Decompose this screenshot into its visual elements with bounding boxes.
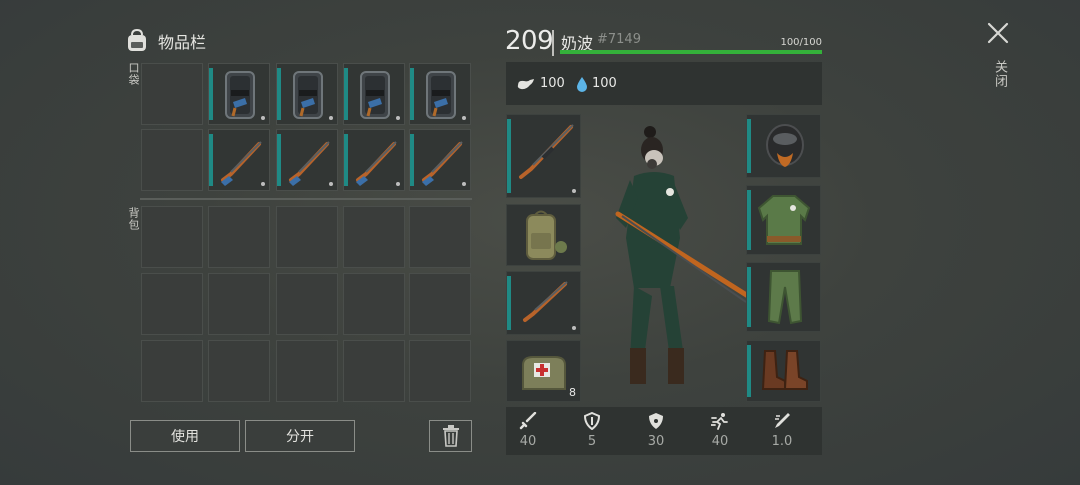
pocket-slot-empty[interactable] xyxy=(141,63,203,125)
feet-slot[interactable] xyxy=(746,340,821,402)
legs-slot[interactable] xyxy=(746,262,821,332)
backpack-slot[interactable] xyxy=(409,206,471,268)
slot-indicator xyxy=(261,182,265,186)
player-id: #7149 xyxy=(597,32,641,47)
sniper-rifle-icon xyxy=(519,124,574,179)
radiation-protection-icon xyxy=(649,413,663,429)
speed-value: 40 xyxy=(711,434,729,449)
item-count: 8 xyxy=(569,386,576,399)
pockets-label: 口袋 xyxy=(127,62,140,86)
radiation-value: 30 xyxy=(647,434,665,449)
slot-indicator xyxy=(329,182,333,186)
gas-mask-icon xyxy=(766,124,804,167)
slot-indicator xyxy=(396,182,400,186)
military-jacket-icon xyxy=(757,195,811,245)
health-text: 100/100 xyxy=(780,37,822,48)
player-level: 209 xyxy=(505,26,554,56)
inventory-header: 物品栏 xyxy=(124,26,206,56)
head-slot[interactable] xyxy=(746,114,821,178)
condition-bar xyxy=(507,119,511,193)
condition-bar xyxy=(747,345,751,397)
armor-stat: 5 xyxy=(572,407,612,455)
sniper-rifle-icon xyxy=(523,281,568,322)
medkit-slot[interactable]: 8 xyxy=(506,340,581,402)
backpack-slot[interactable] xyxy=(343,206,405,268)
close-icon[interactable] xyxy=(985,20,1011,46)
backpack-slot[interactable] xyxy=(141,206,203,268)
condition-bar xyxy=(747,267,751,327)
speed-stat: 40 xyxy=(700,407,740,455)
damage-stat: 40 xyxy=(508,407,548,455)
pocket-slot[interactable] xyxy=(409,129,471,191)
military-pants-icon xyxy=(767,270,803,325)
military-backpack-icon xyxy=(526,210,567,260)
armor-icon xyxy=(583,412,601,430)
damage-value: 40 xyxy=(519,434,537,449)
armor-value: 5 xyxy=(587,434,597,449)
split-button[interactable]: 分开 xyxy=(245,420,355,452)
trash-button[interactable] xyxy=(429,420,472,452)
pocket-slot[interactable] xyxy=(276,129,338,191)
backpack-slot[interactable] xyxy=(276,273,338,335)
condition-bar xyxy=(747,190,751,250)
inventory-title: 物品栏 xyxy=(158,33,207,52)
backpack-slot[interactable] xyxy=(276,340,338,402)
slot-indicator xyxy=(572,326,576,330)
stomach-icon xyxy=(517,78,534,89)
slot-indicator xyxy=(462,116,466,120)
slot-indicator xyxy=(396,116,400,120)
trash-icon xyxy=(442,425,459,447)
health-bar-fill xyxy=(560,50,822,54)
pocket-slot[interactable] xyxy=(343,129,405,191)
condition-bar xyxy=(507,276,511,330)
food-value: 100 xyxy=(540,76,565,91)
body-slot[interactable] xyxy=(746,185,821,255)
backpack-slot[interactable] xyxy=(208,206,270,268)
stealth-value: 1.0 xyxy=(771,434,793,449)
level-separator xyxy=(552,30,554,56)
use-button[interactable]: 使用 xyxy=(130,420,240,452)
backpack-slot[interactable] xyxy=(409,340,471,402)
pocket-slot-empty[interactable] xyxy=(141,129,203,191)
secondary-weapon-slot[interactable] xyxy=(506,271,581,335)
pocket-slot[interactable] xyxy=(208,129,270,191)
backpack-slot[interactable] xyxy=(208,273,270,335)
pocket-slot[interactable] xyxy=(409,63,471,125)
slot-indicator xyxy=(329,116,333,120)
backpack-slot[interactable] xyxy=(141,340,203,402)
section-divider xyxy=(140,198,472,200)
backpack-equip-slot[interactable] xyxy=(506,204,581,266)
water-value: 100 xyxy=(592,76,617,91)
stealth-stat: 1.0 xyxy=(762,407,802,455)
close-label[interactable]: 关闭 xyxy=(990,60,1009,88)
health-bar xyxy=(560,50,822,54)
backpack-slot[interactable] xyxy=(276,206,338,268)
backpack-slot[interactable] xyxy=(208,340,270,402)
pocket-slot[interactable] xyxy=(276,63,338,125)
radiation-stat: 30 xyxy=(636,407,676,455)
damage-icon xyxy=(519,412,537,430)
backpack-label: 背包 xyxy=(127,207,140,231)
condition-bar xyxy=(747,119,751,173)
stealth-icon xyxy=(775,413,790,428)
attribute-bar: 40 5 30 40 1.0 xyxy=(506,407,822,455)
backpack-slot[interactable] xyxy=(343,273,405,335)
survival-stats: 100 100 xyxy=(506,62,822,105)
food-stat: 100 xyxy=(516,62,565,105)
backpack-slot[interactable] xyxy=(343,340,405,402)
speed-icon xyxy=(711,413,728,430)
backpack-slot[interactable] xyxy=(141,273,203,335)
water-drop-icon xyxy=(577,76,587,92)
slot-indicator xyxy=(462,182,466,186)
slot-indicator xyxy=(261,116,265,120)
pocket-slot[interactable] xyxy=(208,63,270,125)
leather-boots-icon xyxy=(761,350,808,390)
primary-weapon-slot[interactable] xyxy=(506,114,581,198)
backpack-slot[interactable] xyxy=(409,273,471,335)
pocket-slot[interactable] xyxy=(343,63,405,125)
slot-indicator xyxy=(572,189,576,193)
water-stat: 100 xyxy=(576,62,617,105)
backpack-icon xyxy=(128,29,146,51)
character-model xyxy=(615,126,750,384)
